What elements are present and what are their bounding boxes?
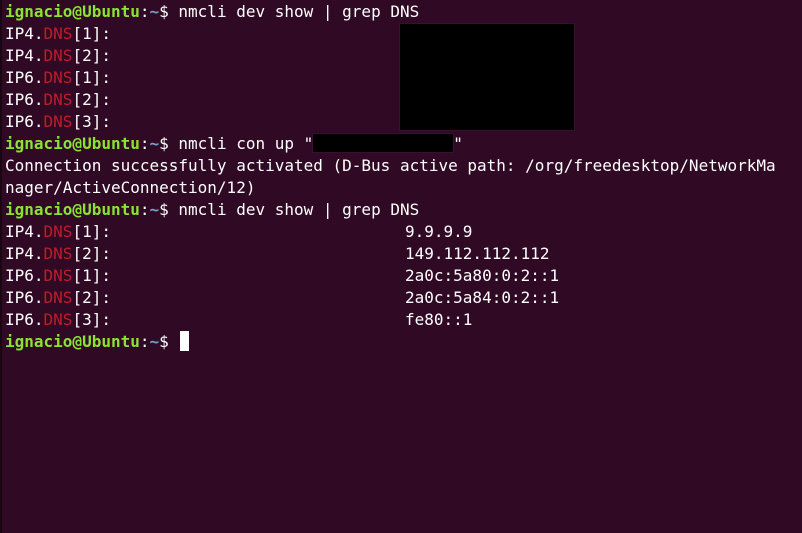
command-text-end: "	[453, 134, 463, 153]
dns-value: 149.112.112.112	[405, 244, 550, 263]
terminal-window[interactable]: ignacio@Ubuntu:~$ nmcli dev show | grep …	[0, 0, 802, 533]
output-line: IP6.DNS[3]: fe80::1	[5, 309, 802, 331]
output-line: IP4.DNS[2]: 149.112.112.112	[5, 243, 802, 265]
prompt-colon: :	[139, 2, 150, 21]
output-line: IP4.DNS[1]: 9.9.9.9	[5, 221, 802, 243]
dns-key: DNS	[43, 244, 73, 263]
dns-suffix: [1]:	[72, 24, 111, 43]
dns-prefix: IP4.	[5, 244, 44, 263]
dns-prefix: IP6.	[5, 310, 44, 329]
dns-prefix: IP6.	[5, 266, 44, 285]
dns-key: DNS	[43, 112, 73, 131]
dns-value: 2a0c:5a84:0:2::1	[405, 288, 560, 307]
dns-key: DNS	[43, 222, 73, 241]
dns-suffix: [2]:	[72, 288, 111, 307]
output-line: IP6.DNS[2]: 2a0c:5a84:0:2::1	[5, 287, 802, 309]
prompt-line: ignacio@Ubuntu:~$ nmcli dev show | grep …	[5, 199, 802, 221]
prompt-colon: :	[139, 200, 150, 219]
command-text: nmcli dev show | grep DNS	[178, 200, 420, 219]
prompt-symbol: $	[159, 134, 179, 153]
prompt-line-active[interactable]: ignacio@Ubuntu:~$	[5, 331, 802, 353]
dns-suffix: [2]:	[72, 244, 111, 263]
prompt-path: ~	[149, 200, 160, 219]
dns-key: DNS	[43, 46, 73, 65]
prompt-user: ignacio@Ubuntu	[5, 200, 140, 219]
dns-suffix: [2]:	[72, 46, 111, 65]
dns-key: DNS	[43, 288, 73, 307]
prompt-user: ignacio@Ubuntu	[5, 2, 140, 21]
dns-key: DNS	[43, 90, 73, 109]
dns-key: DNS	[43, 24, 73, 43]
dns-value: 2a0c:5a80:0:2::1	[405, 266, 560, 285]
prompt-colon: :	[139, 134, 150, 153]
dns-suffix: [3]:	[72, 112, 111, 131]
prompt-line: ignacio@Ubuntu:~$ nmcli dev show | grep …	[5, 1, 802, 23]
prompt-path: ~	[149, 2, 160, 21]
dns-suffix: [1]:	[72, 68, 111, 87]
output-line: IP6.DNS[1]: 2a0c:5a80:0:2::1	[5, 265, 802, 287]
prompt-line: ignacio@Ubuntu:~$ nmcli con up " "	[5, 133, 802, 155]
output-line: nager/ActiveConnection/12)	[5, 178, 256, 197]
dns-key: DNS	[43, 266, 73, 285]
prompt-user: ignacio@Ubuntu	[5, 134, 140, 153]
dns-value: fe80::1	[405, 310, 473, 329]
dns-suffix: [1]:	[72, 222, 111, 241]
dns-suffix: [1]:	[72, 266, 111, 285]
command-text: nmcli dev show | grep DNS	[178, 2, 420, 21]
redacted-region	[399, 23, 575, 131]
dns-suffix: [3]:	[72, 310, 111, 329]
dns-prefix: IP4.	[5, 222, 44, 241]
text-cursor[interactable]	[180, 331, 190, 351]
prompt-path: ~	[149, 134, 160, 153]
redacted-connection-name	[312, 133, 455, 153]
dns-value: 9.9.9.9	[405, 222, 473, 241]
dns-prefix: IP6.	[5, 90, 44, 109]
dns-key: DNS	[43, 310, 73, 329]
prompt-symbol: $	[159, 332, 179, 351]
prompt-colon: :	[139, 332, 150, 351]
dns-prefix: IP6.	[5, 112, 44, 131]
prompt-path: ~	[149, 332, 160, 351]
dns-prefix: IP4.	[5, 46, 44, 65]
dns-prefix: IP6.	[5, 68, 44, 87]
dns-suffix: [2]:	[72, 90, 111, 109]
dns-prefix: IP6.	[5, 288, 44, 307]
prompt-user: ignacio@Ubuntu	[5, 332, 140, 351]
dns-key: DNS	[43, 68, 73, 87]
prompt-symbol: $	[159, 200, 179, 219]
prompt-symbol: $	[159, 2, 179, 21]
dns-prefix: IP4.	[5, 24, 44, 43]
output-line: Connection successfully activated (D-Bus…	[5, 156, 776, 175]
command-text: nmcli con up "	[178, 134, 314, 153]
